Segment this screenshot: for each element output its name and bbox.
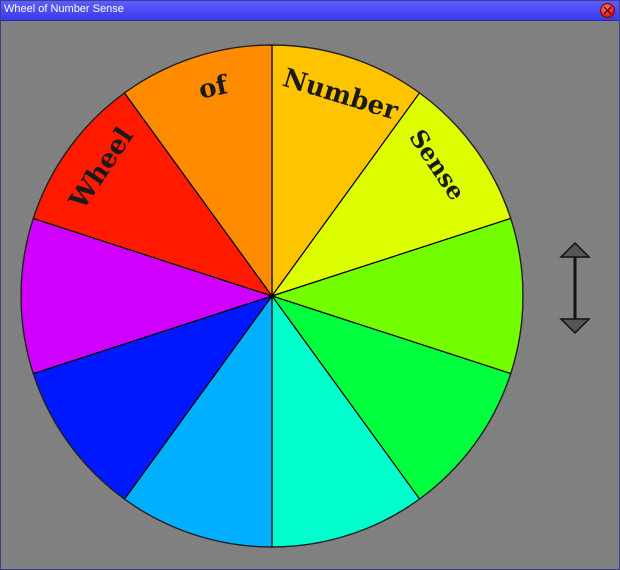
number-wheel[interactable]: Number Sense Wheel of	[1, 1, 619, 569]
app-window: Wheel of Number Sense Number Sense Wheel…	[0, 0, 620, 570]
spin-arrow-control[interactable]	[557, 239, 593, 337]
double-arrow-vertical-icon	[559, 241, 591, 335]
